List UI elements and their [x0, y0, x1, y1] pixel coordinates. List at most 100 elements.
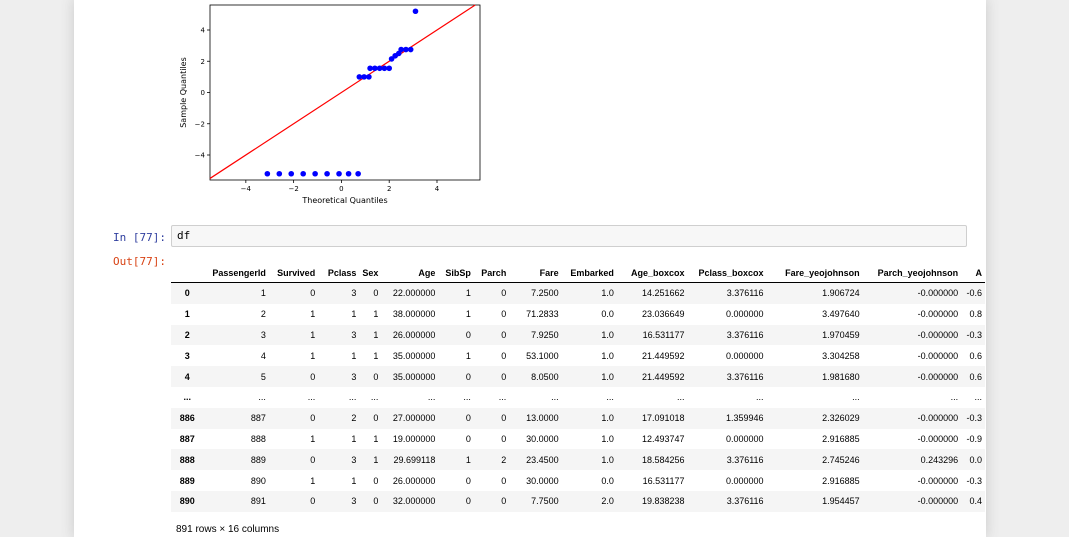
table-cell: 3.376116	[726, 496, 764, 507]
code-input[interactable]: df	[171, 225, 967, 247]
table-cell: 0	[310, 413, 316, 424]
table-cell: 0	[310, 496, 316, 507]
table-cell: 0.000000	[726, 475, 764, 486]
table-cell: -0.000000	[917, 496, 959, 507]
table-cell: 4	[260, 350, 266, 361]
table-cell: 0.0	[601, 475, 614, 486]
column-header: Age	[381, 264, 439, 283]
table-cell: 19.838238	[642, 496, 685, 507]
table-cell: 1	[310, 433, 316, 444]
data-point	[381, 65, 388, 72]
data-point	[264, 170, 271, 177]
column-header: Parch	[473, 264, 510, 283]
table-cell: 22.000000	[392, 288, 436, 299]
column-header: SibSp	[438, 264, 474, 283]
table-cell: -0.000000	[917, 475, 959, 486]
table-cell: 1	[310, 329, 316, 340]
column-header: Embarked	[561, 264, 617, 283]
table-cell: 3.497640	[822, 309, 860, 320]
table-cell: -0.3	[966, 475, 982, 486]
table-cell: 0.4	[969, 496, 982, 507]
row-index: 3	[184, 350, 190, 361]
table-cell: -0.000000	[917, 350, 959, 361]
column-header: Pclass	[318, 264, 360, 283]
row-count-summary: 891 rows × 16 columns	[176, 524, 280, 535]
table-cell: 0	[373, 413, 379, 424]
table-cell: -0.000000	[917, 371, 959, 382]
table-cell: 3	[351, 329, 357, 340]
table-cell: 1	[373, 309, 379, 320]
table-cell: ...	[551, 392, 559, 403]
table-cell: -0.9	[966, 433, 982, 444]
table-cell: 0	[310, 454, 316, 465]
table-row: 888 889 0 3 1 29.699118 1 2 23.4500 1.0 18.584256 3…	[171, 449, 985, 471]
table-cell: 0	[501, 433, 507, 444]
table-cell: ...	[348, 392, 357, 403]
row-index: 0	[184, 288, 190, 299]
table-cell: 1.0	[601, 371, 614, 382]
table-cell: 891	[250, 496, 266, 507]
table-cell: 0.6	[969, 350, 982, 361]
table-cell: -0.000000	[917, 329, 959, 340]
data-point	[355, 170, 361, 177]
table-cell: 0	[373, 288, 379, 299]
table-cell: 0	[501, 371, 507, 382]
table-cell: 2	[501, 454, 507, 465]
qq-plot: −4 −2 0 2 4 4 2 0 −2 −4 Theoretical Quantiles Sampl…	[179, 4, 481, 205]
dataframe-table: PassengerId Survived Pclass Sex Age SibSp Parc…	[171, 264, 985, 512]
table-cell: 1	[310, 309, 316, 320]
table-cell: 1	[351, 433, 357, 444]
table-cell: -0.6	[966, 288, 982, 299]
table-cell: 0.000000	[726, 433, 764, 444]
table-row: 889 890 1 1 0 26.000000 0 0 30.0000 0.0 16.531177 0…	[171, 470, 985, 491]
table-row: 0 1 0 3 0 22.000000 1 0 7.2500 1.0 14.251662 3.3761…	[171, 282, 985, 304]
x-tick-label: 2	[387, 185, 391, 193]
column-header: Parch_yeojohnson	[862, 264, 962, 283]
table-cell: 0	[465, 371, 471, 382]
x-tick-label: −2	[288, 185, 298, 193]
table-cell: 0	[310, 288, 316, 299]
table-cell: 3	[351, 496, 357, 507]
table-cell: 71.2833	[526, 309, 559, 320]
x-tick-label: 0	[339, 185, 343, 193]
y-axis-label: Sample Quantiles	[179, 57, 188, 128]
table-cell: 26.000000	[392, 475, 436, 486]
input-prompt: In [77]:	[113, 231, 166, 244]
data-point	[367, 65, 373, 72]
table-cell: 0	[465, 496, 471, 507]
row-index: 887	[179, 433, 195, 444]
table-cell: 3	[351, 371, 357, 382]
data-point	[398, 46, 404, 53]
table-cell: 1	[373, 329, 379, 340]
table-cell: 0	[501, 309, 507, 320]
table-cell: ...	[258, 392, 266, 403]
table-cell: 0.000000	[726, 309, 764, 320]
table-cell: 1	[465, 288, 471, 299]
table-cell: 16.531177	[642, 329, 685, 340]
row-index: 886	[179, 413, 195, 424]
table-cell: 2.745246	[822, 454, 860, 465]
table-cell: 7.2500	[531, 288, 559, 299]
table-cell: 1	[310, 350, 316, 361]
table-cell: 3.376116	[726, 371, 764, 382]
table-cell: 0	[501, 288, 507, 299]
ellipsis-row: ........................................…	[171, 386, 985, 408]
table-cell: ...	[307, 392, 316, 403]
table-row: 886 887 0 2 0 27.000000 0 0 13.0000 1.0 17.091018 1…	[171, 407, 985, 429]
x-tick-label: 4	[435, 185, 440, 193]
data-point	[300, 170, 306, 177]
data-point	[336, 170, 342, 177]
table-cell: 0	[373, 496, 379, 507]
data-point	[407, 46, 414, 53]
table-cell: 23.036649	[642, 309, 685, 320]
data-point	[276, 170, 283, 177]
table-cell: 0	[373, 371, 379, 382]
table-cell: 0.0	[969, 454, 982, 465]
table-cell: 21.449592	[642, 371, 685, 382]
table-cell: 888	[250, 433, 266, 444]
table-row: 887 888 1 1 1 19.000000 0 0 30.0000 1.0 12.493747 0…	[171, 429, 985, 450]
y-tick-label: 0	[201, 89, 205, 97]
data-point	[412, 8, 419, 15]
row-index: 890	[179, 496, 195, 507]
table-cell: -0.000000	[917, 413, 959, 424]
